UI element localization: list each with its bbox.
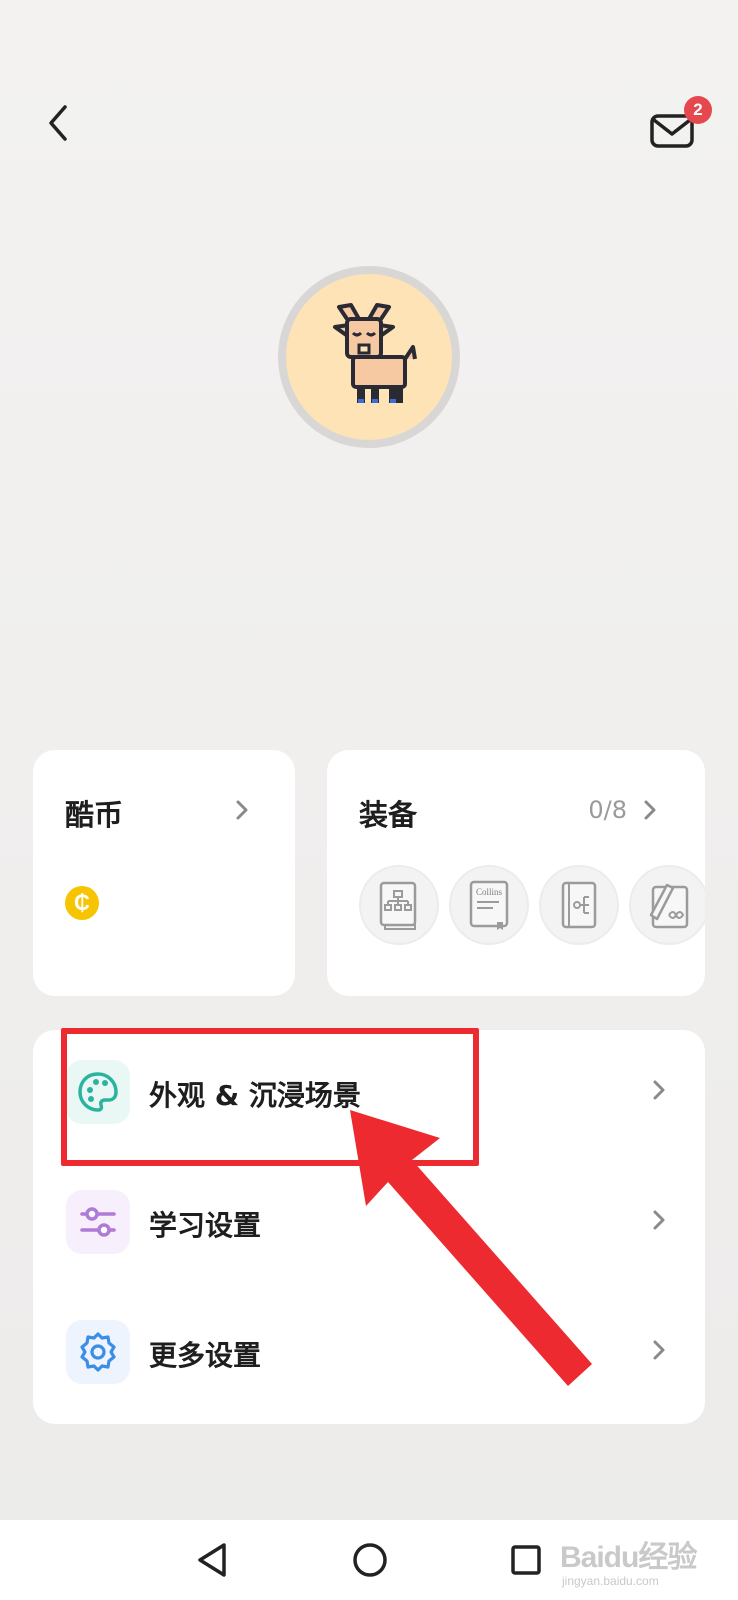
nav-back-icon	[198, 1543, 226, 1577]
gear-icon-tile	[66, 1320, 130, 1384]
mail-button[interactable]: 2	[648, 96, 718, 156]
nav-back-button[interactable]	[182, 1534, 242, 1586]
palette-icon	[78, 1072, 118, 1112]
equipment-slot[interactable]: Collins	[449, 865, 529, 945]
notification-badge: 2	[684, 96, 712, 124]
watermark-url: jingyan.baidu.com	[562, 1574, 659, 1588]
chevron-right-icon	[236, 800, 248, 820]
more-settings-label: 更多设置	[149, 1339, 262, 1372]
avatar[interactable]	[278, 266, 460, 448]
avatar-background	[286, 274, 452, 440]
gear-icon	[80, 1332, 116, 1372]
chevron-right-icon	[653, 1210, 665, 1230]
sliders-icon-tile	[66, 1190, 130, 1254]
goat-avatar-icon	[333, 303, 417, 403]
study-settings-item[interactable]: 学习设置	[33, 1160, 705, 1280]
watermark: Baidu经验 jingyan.baidu.com	[560, 1532, 730, 1594]
mindmap-book-icon	[379, 881, 417, 930]
appearance-settings-item[interactable]: 外观 & 沉浸场景	[33, 1030, 705, 1150]
appearance-label: 外观 & 沉浸场景	[149, 1079, 361, 1112]
back-button[interactable]	[28, 88, 88, 158]
nav-home-icon	[353, 1543, 387, 1577]
equipment-slot[interactable]	[629, 865, 705, 945]
tree-book-icon	[561, 881, 597, 929]
equipment-slot[interactable]	[359, 865, 439, 945]
chevron-right-icon	[644, 800, 656, 820]
chevron-right-icon	[653, 1080, 665, 1100]
collins-label: Collins	[476, 887, 503, 897]
settings-list: 外观 & 沉浸场景 学习设置 更多设置	[33, 1030, 705, 1424]
nav-recent-button[interactable]	[496, 1534, 556, 1586]
more-settings-item[interactable]: 更多设置	[33, 1290, 705, 1410]
coin-icon: ₵	[65, 886, 99, 920]
equipment-count: 0/8	[588, 796, 627, 824]
equipment-slot[interactable]	[539, 865, 619, 945]
nav-recent-icon	[511, 1545, 541, 1575]
sliders-icon	[80, 1207, 116, 1237]
equipment-title: 装备	[359, 798, 418, 832]
coins-card[interactable]: 酷币 ₵	[33, 750, 295, 996]
pencil-book-icon	[649, 883, 689, 929]
palette-icon-tile	[66, 1060, 130, 1124]
equipment-list: Collins	[359, 865, 705, 945]
collins-dictionary-icon: Collins	[469, 880, 509, 930]
coins-title: 酷币	[65, 798, 124, 832]
nav-home-button[interactable]	[340, 1534, 400, 1586]
equipment-card[interactable]: 装备 0/8 Collins	[327, 750, 705, 996]
chevron-left-icon	[49, 105, 67, 141]
system-navigation-bar: Baidu经验 jingyan.baidu.com	[0, 1520, 738, 1600]
study-settings-label: 学习设置	[149, 1209, 262, 1242]
watermark-main: Baidu经验	[560, 1541, 697, 1574]
chevron-right-icon	[653, 1340, 665, 1360]
